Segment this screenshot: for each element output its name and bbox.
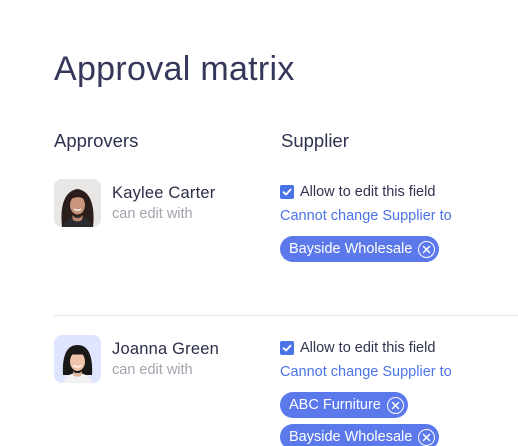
approvers-column-header: Approvers: [54, 130, 139, 151]
allow-edit-checkbox-row[interactable]: Allow to edit this field: [280, 340, 435, 356]
checkmark-icon: [282, 188, 292, 196]
restriction-link[interactable]: Cannot change Supplier to: [280, 208, 452, 224]
avatar: [54, 179, 101, 227]
restriction-link[interactable]: Cannot change Supplier to: [280, 364, 452, 380]
checkmark-icon: [282, 344, 292, 352]
row-divider: [54, 315, 518, 316]
allow-edit-label: Allow to edit this field: [300, 184, 436, 200]
approver-name: Joanna Green: [112, 340, 219, 358]
close-icon: [391, 401, 400, 409]
remove-chip-button[interactable]: [386, 396, 404, 414]
approval-matrix-page: Approval matrix Approvers Supplier Kayle…: [0, 0, 518, 446]
supplier-chip-label: Bayside Wholesale: [289, 429, 413, 445]
allow-edit-checkbox[interactable]: [280, 185, 294, 199]
approver-permission-text: can edit with: [112, 206, 193, 222]
supplier-chip-label: ABC Furniture: [289, 397, 381, 413]
approver-name: Kaylee Carter: [112, 184, 216, 202]
allow-edit-checkbox[interactable]: [280, 341, 294, 355]
remove-chip-button[interactable]: [418, 240, 436, 258]
close-icon: [423, 433, 431, 441]
avatar: [54, 335, 101, 383]
approver-permission-text: can edit with: [112, 362, 193, 378]
remove-chip-button[interactable]: [418, 428, 436, 446]
close-icon: [423, 245, 431, 253]
supplier-chip-label: Bayside Wholesale: [289, 241, 413, 257]
avatar-photo-kaylee: [54, 179, 101, 227]
page-title: Approval matrix: [54, 50, 295, 88]
avatar-photo-joanna: [54, 335, 101, 383]
supplier-column-header: Supplier: [281, 130, 349, 151]
supplier-chip: ABC Furniture: [280, 392, 408, 418]
supplier-chip: Bayside Wholesale: [280, 424, 440, 446]
allow-edit-label: Allow to edit this field: [300, 340, 436, 356]
allow-edit-checkbox-row[interactable]: Allow to edit this field: [280, 184, 435, 200]
supplier-chip: Bayside Wholesale: [280, 236, 440, 262]
